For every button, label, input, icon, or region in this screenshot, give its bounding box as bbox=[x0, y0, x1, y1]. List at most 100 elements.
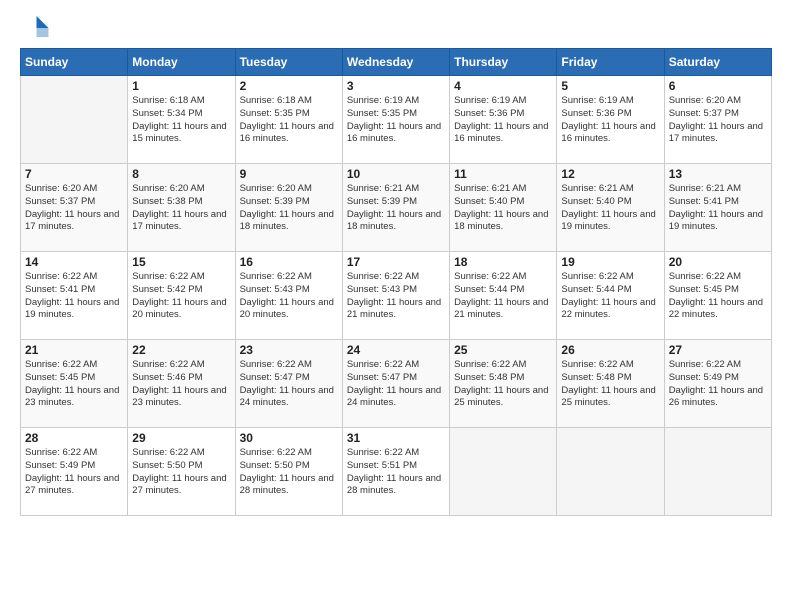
day-info: Sunrise: 6:22 AMSunset: 5:46 PMDaylight:… bbox=[132, 359, 230, 410]
calendar-cell: 17Sunrise: 6:22 AMSunset: 5:43 PMDayligh… bbox=[342, 252, 449, 340]
day-number: 3 bbox=[347, 79, 445, 93]
calendar-cell: 27 Sunrise: 6:22 AMSunset: 5:49 PMDayligh… bbox=[664, 340, 771, 428]
calendar-cell: 29Sunrise: 6:22 AMSunset: 5:50 PMDayligh… bbox=[128, 428, 235, 516]
weekday-header-thursday: Thursday bbox=[450, 49, 557, 76]
calendar-cell bbox=[450, 428, 557, 516]
calendar-cell: 20 Sunrise: 6:22 AMSunset: 5:45 PMDayligh… bbox=[664, 252, 771, 340]
weekday-header-saturday: Saturday bbox=[664, 49, 771, 76]
day-info: Sunrise: 6:20 AMSunset: 5:38 PMDaylight:… bbox=[132, 183, 230, 234]
calendar-cell: 26 Sunrise: 6:22 AMSunset: 5:48 PMDayligh… bbox=[557, 340, 664, 428]
day-number: 30 bbox=[240, 431, 338, 445]
day-number: 20 bbox=[669, 255, 767, 269]
day-info: Sunrise: 6:22 AMSunset: 5:50 PMDaylight:… bbox=[240, 447, 338, 498]
day-info: Sunrise: 6:20 AMSunset: 5:37 PMDaylight:… bbox=[25, 183, 123, 234]
weekday-header-tuesday: Tuesday bbox=[235, 49, 342, 76]
calendar-table: SundayMondayTuesdayWednesdayThursdayFrid… bbox=[20, 48, 772, 516]
calendar-cell: 9 Sunrise: 6:20 AMSunset: 5:39 PMDaylight… bbox=[235, 164, 342, 252]
day-info: Sunrise: 6:22 AMSunset: 5:41 PMDaylight:… bbox=[25, 271, 123, 322]
calendar-cell: 24Sunrise: 6:22 AMSunset: 5:47 PMDayligh… bbox=[342, 340, 449, 428]
calendar-cell: 15 Sunrise: 6:22 AMSunset: 5:42 PMDayligh… bbox=[128, 252, 235, 340]
day-number: 26 bbox=[561, 343, 659, 357]
calendar-cell: 7 Sunrise: 6:20 AMSunset: 5:37 PMDaylight… bbox=[21, 164, 128, 252]
day-info: Sunrise: 6:19 AMSunset: 5:36 PMDaylight:… bbox=[561, 95, 659, 146]
calendar-cell: 3 Sunrise: 6:19 AMSunset: 5:35 PMDaylight… bbox=[342, 76, 449, 164]
calendar-cell: 10 Sunrise: 6:21 AMSunset: 5:39 PMDayligh… bbox=[342, 164, 449, 252]
calendar-cell: 31 Sunrise: 6:22 AMSunset: 5:51 PMDayligh… bbox=[342, 428, 449, 516]
day-number: 6 bbox=[669, 79, 767, 93]
day-info: Sunrise: 6:22 AMSunset: 5:44 PMDaylight:… bbox=[454, 271, 552, 322]
week-row-3: 14 Sunrise: 6:22 AMSunset: 5:41 PMDayligh… bbox=[21, 252, 772, 340]
calendar-cell: 4 Sunrise: 6:19 AMSunset: 5:36 PMDaylight… bbox=[450, 76, 557, 164]
day-info: Sunrise: 6:18 AMSunset: 5:34 PMDaylight:… bbox=[132, 95, 230, 146]
day-number: 22 bbox=[132, 343, 230, 357]
logo-icon bbox=[20, 10, 50, 40]
day-info: Sunrise: 6:21 AMSunset: 5:40 PMDaylight:… bbox=[561, 183, 659, 234]
day-info: Sunrise: 6:19 AMSunset: 5:35 PMDaylight:… bbox=[347, 95, 445, 146]
day-number: 16 bbox=[240, 255, 338, 269]
day-info: Sunrise: 6:22 AMSunset: 5:51 PMDaylight:… bbox=[347, 447, 445, 498]
day-info: Sunrise: 6:20 AMSunset: 5:37 PMDaylight:… bbox=[669, 95, 767, 146]
calendar-cell: 12Sunrise: 6:21 AMSunset: 5:40 PMDayligh… bbox=[557, 164, 664, 252]
day-number: 5 bbox=[561, 79, 659, 93]
day-number: 8 bbox=[132, 167, 230, 181]
weekday-header-friday: Friday bbox=[557, 49, 664, 76]
weekday-header-row: SundayMondayTuesdayWednesdayThursdayFrid… bbox=[21, 49, 772, 76]
week-row-1: 1 Sunrise: 6:18 AMSunset: 5:34 PMDaylight… bbox=[21, 76, 772, 164]
day-number: 9 bbox=[240, 167, 338, 181]
day-number: 31 bbox=[347, 431, 445, 445]
logo-area bbox=[20, 10, 54, 40]
day-info: Sunrise: 6:20 AMSunset: 5:39 PMDaylight:… bbox=[240, 183, 338, 234]
day-info: Sunrise: 6:22 AMSunset: 5:47 PMDaylight:… bbox=[240, 359, 338, 410]
day-info: Sunrise: 6:22 AMSunset: 5:42 PMDaylight:… bbox=[132, 271, 230, 322]
day-info: Sunrise: 6:22 AMSunset: 5:50 PMDaylight:… bbox=[132, 447, 230, 498]
day-number: 25 bbox=[454, 343, 552, 357]
calendar-cell: 25 Sunrise: 6:22 AMSunset: 5:48 PMDayligh… bbox=[450, 340, 557, 428]
week-row-5: 28Sunrise: 6:22 AMSunset: 5:49 PMDayligh… bbox=[21, 428, 772, 516]
calendar-cell: 16 Sunrise: 6:22 AMSunset: 5:43 PMDayligh… bbox=[235, 252, 342, 340]
calendar-cell: 13Sunrise: 6:21 AMSunset: 5:41 PMDayligh… bbox=[664, 164, 771, 252]
day-number: 18 bbox=[454, 255, 552, 269]
calendar-cell: 11 Sunrise: 6:21 AMSunset: 5:40 PMDayligh… bbox=[450, 164, 557, 252]
day-info: Sunrise: 6:22 AMSunset: 5:43 PMDaylight:… bbox=[347, 271, 445, 322]
calendar-cell: 19Sunrise: 6:22 AMSunset: 5:44 PMDayligh… bbox=[557, 252, 664, 340]
calendar-cell bbox=[664, 428, 771, 516]
day-number: 7 bbox=[25, 167, 123, 181]
week-row-4: 21Sunrise: 6:22 AMSunset: 5:45 PMDayligh… bbox=[21, 340, 772, 428]
day-info: Sunrise: 6:22 AMSunset: 5:43 PMDaylight:… bbox=[240, 271, 338, 322]
calendar-cell: 30 Sunrise: 6:22 AMSunset: 5:50 PMDayligh… bbox=[235, 428, 342, 516]
calendar-cell: 18 Sunrise: 6:22 AMSunset: 5:44 PMDayligh… bbox=[450, 252, 557, 340]
calendar-cell: 28Sunrise: 6:22 AMSunset: 5:49 PMDayligh… bbox=[21, 428, 128, 516]
day-number: 21 bbox=[25, 343, 123, 357]
day-number: 4 bbox=[454, 79, 552, 93]
calendar-cell: 8 Sunrise: 6:20 AMSunset: 5:38 PMDaylight… bbox=[128, 164, 235, 252]
day-number: 10 bbox=[347, 167, 445, 181]
day-number: 27 bbox=[669, 343, 767, 357]
calendar-cell: 21Sunrise: 6:22 AMSunset: 5:45 PMDayligh… bbox=[21, 340, 128, 428]
weekday-header-monday: Monday bbox=[128, 49, 235, 76]
day-info: Sunrise: 6:22 AMSunset: 5:49 PMDaylight:… bbox=[669, 359, 767, 410]
day-info: Sunrise: 6:19 AMSunset: 5:36 PMDaylight:… bbox=[454, 95, 552, 146]
day-info: Sunrise: 6:22 AMSunset: 5:49 PMDaylight:… bbox=[25, 447, 123, 498]
day-number: 1 bbox=[132, 79, 230, 93]
day-info: Sunrise: 6:22 AMSunset: 5:48 PMDaylight:… bbox=[454, 359, 552, 410]
calendar-cell: 2 Sunrise: 6:18 AMSunset: 5:35 PMDaylight… bbox=[235, 76, 342, 164]
calendar-cell bbox=[557, 428, 664, 516]
day-info: Sunrise: 6:22 AMSunset: 5:48 PMDaylight:… bbox=[561, 359, 659, 410]
day-number: 2 bbox=[240, 79, 338, 93]
calendar-cell bbox=[21, 76, 128, 164]
day-info: Sunrise: 6:22 AMSunset: 5:44 PMDaylight:… bbox=[561, 271, 659, 322]
day-info: Sunrise: 6:21 AMSunset: 5:39 PMDaylight:… bbox=[347, 183, 445, 234]
calendar-cell: 14 Sunrise: 6:22 AMSunset: 5:41 PMDayligh… bbox=[21, 252, 128, 340]
weekday-header-sunday: Sunday bbox=[21, 49, 128, 76]
day-info: Sunrise: 6:21 AMSunset: 5:40 PMDaylight:… bbox=[454, 183, 552, 234]
weekday-header-wednesday: Wednesday bbox=[342, 49, 449, 76]
calendar-cell: 1 Sunrise: 6:18 AMSunset: 5:34 PMDaylight… bbox=[128, 76, 235, 164]
day-number: 11 bbox=[454, 167, 552, 181]
calendar-cell: 6 Sunrise: 6:20 AMSunset: 5:37 PMDaylight… bbox=[664, 76, 771, 164]
header bbox=[20, 10, 772, 40]
day-number: 14 bbox=[25, 255, 123, 269]
day-info: Sunrise: 6:21 AMSunset: 5:41 PMDaylight:… bbox=[669, 183, 767, 234]
day-info: Sunrise: 6:22 AMSunset: 5:45 PMDaylight:… bbox=[669, 271, 767, 322]
day-info: Sunrise: 6:18 AMSunset: 5:35 PMDaylight:… bbox=[240, 95, 338, 146]
day-number: 15 bbox=[132, 255, 230, 269]
